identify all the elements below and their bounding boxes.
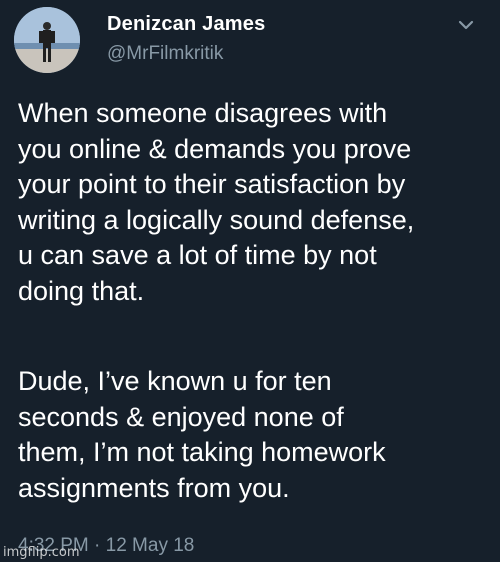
avatar[interactable] — [14, 7, 80, 73]
display-name[interactable]: Denizcan James — [107, 13, 265, 36]
tweet-text-paragraph-1: When someone disagrees with you online &… — [18, 98, 415, 306]
chevron-down-icon[interactable] — [455, 16, 477, 34]
watermark: imgflip.com — [3, 545, 80, 560]
user-handle[interactable]: @MrFilmkritik — [107, 43, 223, 65]
avatar-image — [14, 7, 80, 73]
tweet-card: Denizcan James @MrFilmkritik When someon… — [0, 0, 500, 562]
tweet-text-paragraph-2: Dude, I’ve known u for ten seconds & enj… — [18, 366, 386, 503]
